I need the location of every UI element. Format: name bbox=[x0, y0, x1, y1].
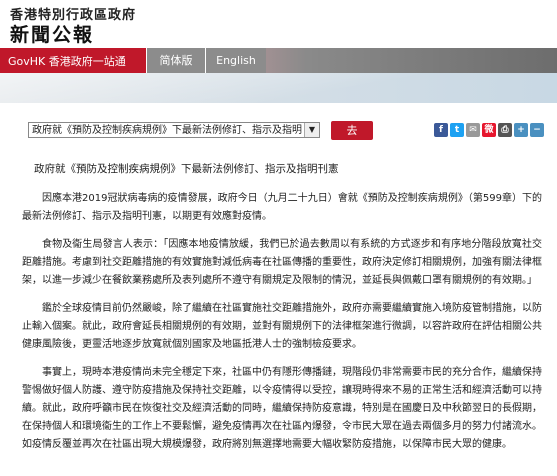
article-headline: 政府就《預防及控制疾病規例》下最新法例修訂、指示及指明刊憲 bbox=[34, 163, 339, 175]
article-select-value: 政府就《預防及控制疾病規例》下最新法例修訂、指示及指明 bbox=[32, 125, 302, 136]
chevron-down-icon: ▼ bbox=[304, 123, 319, 137]
article-paragraph: 鑑於全球疫情目前仍然嚴峻，除了繼續在社區實施社交距離措施外，政府亦需要繼續實施入… bbox=[22, 303, 542, 350]
top-nav: GovHK 香港政府一站通 简体版 English bbox=[0, 48, 557, 73]
sina-weibo-icon[interactable]: 微 bbox=[482, 123, 496, 137]
article-select[interactable]: 政府就《預防及控制疾病規例》下最新法例修訂、指示及指明 ▼ bbox=[28, 122, 320, 138]
article-paragraph: 因應本港2019冠狀病毒病的疫情發展，政府今日（九月二十九日）會就《預防及控制疾… bbox=[22, 193, 542, 222]
govhk-link[interactable]: GovHK 香港政府一站通 bbox=[0, 48, 146, 73]
english-link[interactable]: English bbox=[205, 48, 266, 73]
font-decrease-icon[interactable]: − bbox=[530, 123, 544, 137]
print-icon[interactable]: ⎙ bbox=[498, 123, 512, 137]
simplified-chinese-link[interactable]: 简体版 bbox=[146, 48, 205, 73]
article-paragraph: 食物及衞生局發言人表示：「因應本地疫情放緩，我們已於過去數周以有系統的方式逐步和… bbox=[22, 239, 542, 286]
go-button[interactable]: 去 bbox=[331, 121, 373, 140]
article-toolbar: 政府就《預防及控制疾病規例》下最新法例修訂、指示及指明 ▼ 去 f t ✉ 微 … bbox=[0, 119, 557, 145]
facebook-icon[interactable]: f bbox=[434, 123, 448, 137]
twitter-icon[interactable]: t bbox=[450, 123, 464, 137]
decorative-banner bbox=[0, 73, 557, 103]
email-icon[interactable]: ✉ bbox=[466, 123, 480, 137]
govhk-label: GovHK 香港政府一站通 bbox=[8, 55, 126, 68]
site-header: 香港特別行政區政府 新聞公報 bbox=[0, 0, 557, 46]
article-paragraph: 事實上，現時本港疫情尚未完全穩定下來，社區中仍有隱形傳播鏈，現階段仍非常需要市民… bbox=[22, 367, 542, 450]
article-body: 政府就《預防及控制疾病規例》下最新法例修訂、指示及指明刊憲 因應本港2019冠狀… bbox=[22, 160, 542, 464]
font-increase-icon[interactable]: + bbox=[514, 123, 528, 137]
page-title: 新聞公報 bbox=[10, 24, 95, 46]
